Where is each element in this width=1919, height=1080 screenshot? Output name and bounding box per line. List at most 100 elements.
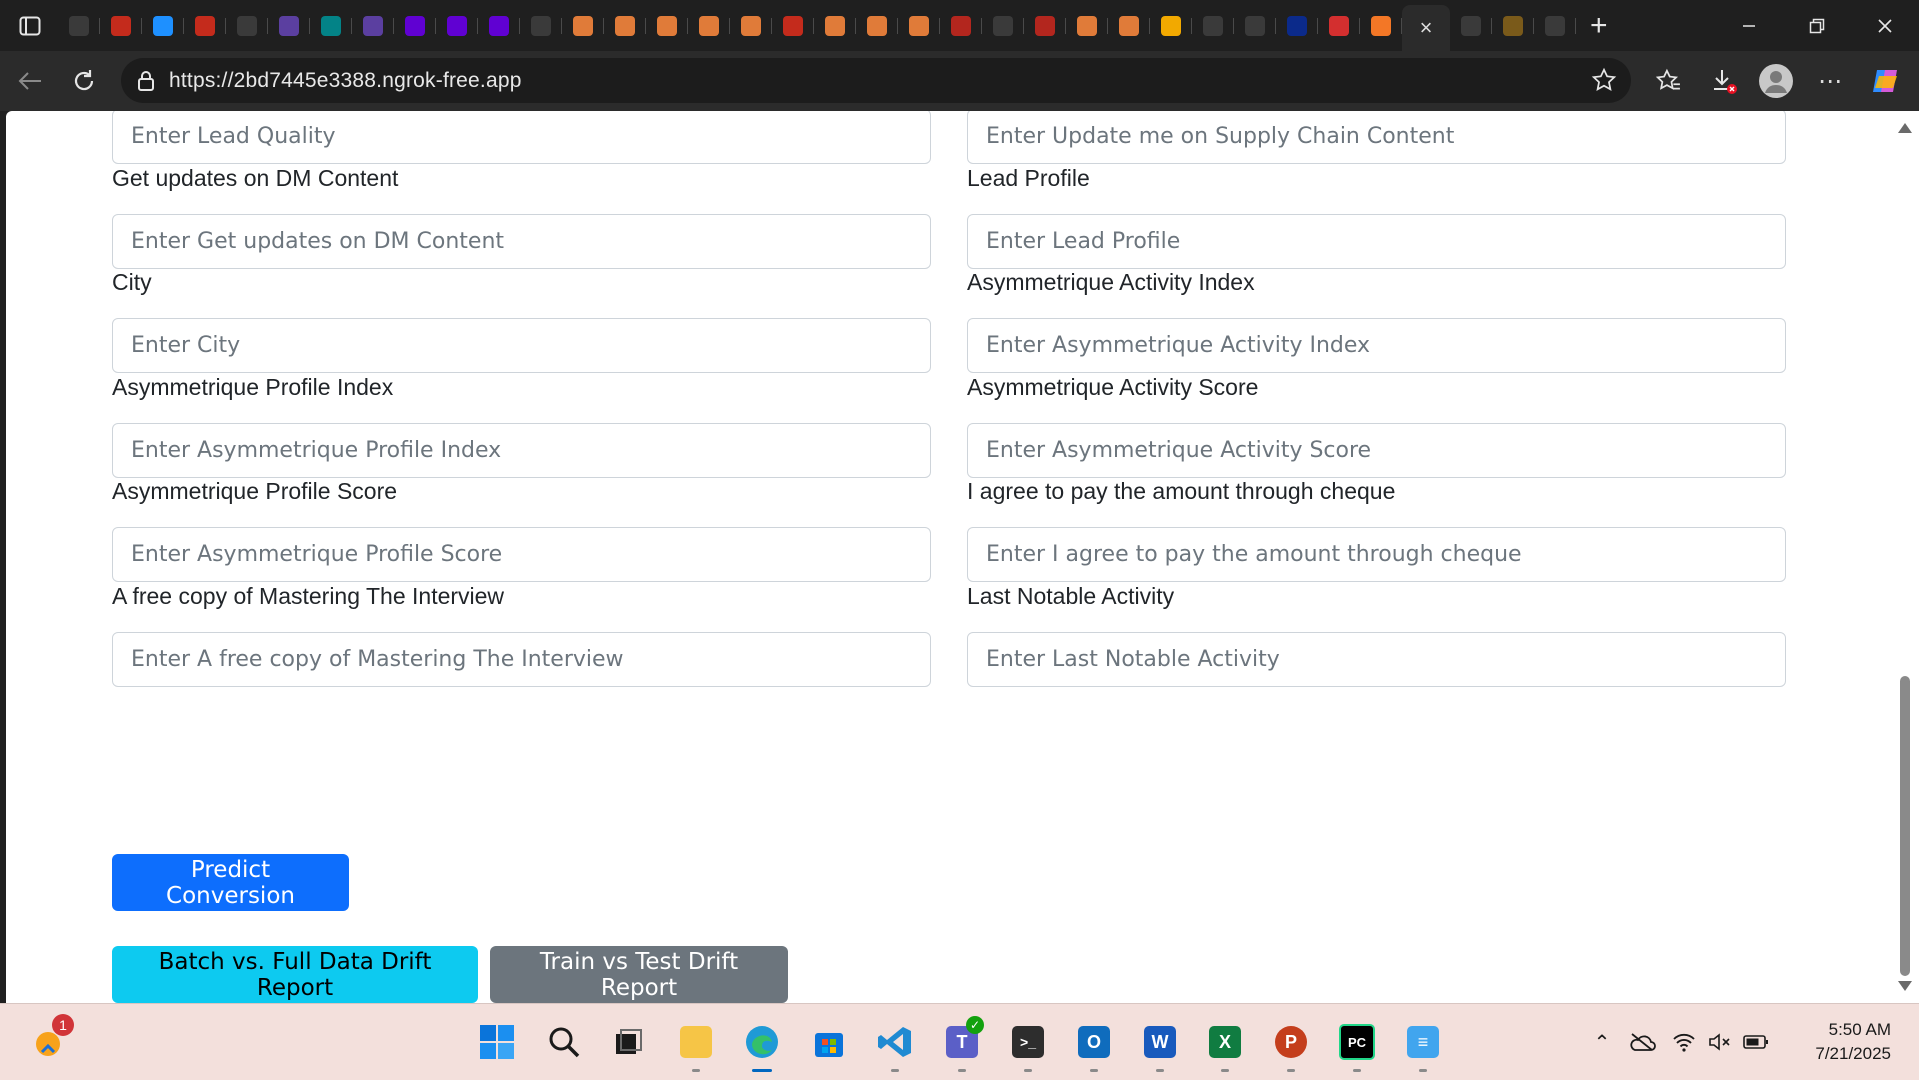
word-app[interactable]: W — [1136, 1018, 1184, 1072]
close-window-button[interactable] — [1851, 0, 1919, 51]
tab-18[interactable] — [814, 6, 856, 46]
predict-conversion-button[interactable]: Predict Conversion — [112, 854, 349, 911]
tab-3[interactable] — [184, 6, 226, 46]
field-input[interactable] — [112, 318, 931, 373]
tab-11[interactable] — [520, 6, 562, 46]
field-input[interactable] — [967, 422, 1786, 478]
tab-24[interactable] — [1066, 6, 1108, 46]
tab-12[interactable] — [562, 6, 604, 46]
tab-26[interactable] — [1150, 6, 1192, 46]
minimize-button[interactable] — [1715, 0, 1783, 51]
field-input[interactable] — [112, 422, 931, 478]
field-input[interactable] — [967, 631, 1786, 687]
tab-17[interactable] — [772, 6, 814, 46]
tab-21[interactable] — [940, 6, 982, 46]
terminal-app[interactable]: >_ — [1004, 1018, 1052, 1072]
tab-6[interactable] — [310, 6, 352, 46]
field-input[interactable] — [112, 213, 931, 269]
system-clock[interactable]: 5:50 AM 7/21/2025 — [1815, 1018, 1891, 1066]
tab-extra-0[interactable] — [1450, 6, 1492, 46]
tab-30[interactable] — [1318, 6, 1360, 46]
tab-4[interactable] — [226, 6, 268, 46]
tab-2[interactable] — [142, 6, 184, 46]
batch-drift-report-button[interactable]: Batch vs. Full Data Drift Report — [112, 946, 478, 1003]
scroll-up-arrow-icon[interactable] — [1898, 123, 1912, 133]
scroll-down-arrow-icon[interactable] — [1898, 981, 1912, 991]
form-field: A free copy of Mastering The Interview — [112, 581, 931, 687]
tab-23[interactable] — [1024, 6, 1066, 46]
tab-25[interactable] — [1108, 6, 1150, 46]
page-scrollbar[interactable] — [1893, 111, 1919, 1003]
start-button[interactable] — [473, 1018, 521, 1066]
lock-icon[interactable] — [133, 68, 159, 94]
field-input[interactable] — [967, 527, 1786, 582]
tab-8[interactable] — [394, 6, 436, 46]
tab-actions-menu-button[interactable] — [8, 6, 52, 46]
tab-31[interactable] — [1360, 6, 1402, 46]
restore-button[interactable] — [1783, 0, 1851, 51]
show-hidden-icons-chevron-icon[interactable]: ⌃ — [1586, 1030, 1618, 1055]
train-test-drift-report-button[interactable]: Train vs Test Drift Report — [490, 946, 788, 1003]
tab-extra-2[interactable] — [1534, 6, 1576, 46]
favorites-button[interactable] — [1648, 61, 1688, 101]
address-bar[interactable]: https://2bd7445e3388.ngrok-free.app — [121, 58, 1631, 103]
back-button[interactable] — [10, 61, 50, 101]
close-tab-icon[interactable]: × — [1420, 17, 1433, 39]
scrollbar-thumb[interactable] — [1900, 676, 1910, 976]
outlook-app[interactable]: O — [1070, 1018, 1118, 1072]
tab-7[interactable] — [352, 6, 394, 46]
tab-19[interactable] — [856, 6, 898, 46]
field-input[interactable] — [112, 631, 931, 687]
url-text[interactable]: https://2bd7445e3388.ngrok-free.app — [169, 69, 522, 93]
form-field — [967, 111, 1786, 164]
battery-icon[interactable] — [1738, 1034, 1774, 1050]
excel-app[interactable]: X — [1201, 1018, 1249, 1072]
tab-1[interactable] — [100, 6, 142, 46]
tab-20[interactable] — [898, 6, 940, 46]
field-input[interactable] — [967, 213, 1786, 269]
teams-app[interactable]: T ✓ — [938, 1016, 986, 1072]
tab-5[interactable] — [268, 6, 310, 46]
file-explorer-app[interactable] — [672, 1018, 720, 1072]
tab-0[interactable] — [58, 6, 100, 46]
onedrive-icon[interactable] — [1618, 1032, 1666, 1052]
vscode-app[interactable] — [871, 1018, 919, 1072]
profile-avatar[interactable] — [1756, 61, 1796, 101]
close-icon — [1878, 18, 1892, 33]
tab-28[interactable] — [1234, 6, 1276, 46]
tab-10[interactable] — [478, 6, 520, 46]
microsoft-store-app[interactable] — [805, 1018, 853, 1066]
powerpoint-app[interactable]: P — [1267, 1018, 1315, 1072]
tab-9[interactable] — [436, 6, 478, 46]
notepad-app[interactable]: ≡ — [1399, 1018, 1447, 1072]
tab-15[interactable] — [688, 6, 730, 46]
tab-27[interactable] — [1192, 6, 1234, 46]
task-view-button[interactable] — [604, 1018, 652, 1066]
new-tab-button[interactable]: + — [1590, 9, 1608, 43]
field-label: Asymmetrique Activity Index — [967, 269, 1255, 295]
tab-29[interactable] — [1276, 6, 1318, 46]
field-label: Get updates on DM Content — [112, 164, 399, 191]
field-input[interactable] — [967, 318, 1786, 373]
tab-active[interactable]: × — [1402, 5, 1450, 51]
tab-16[interactable] — [730, 6, 772, 46]
edge-browser-app[interactable] — [738, 1018, 786, 1072]
downloads-button[interactable] — [1704, 61, 1744, 101]
favorite-star-icon[interactable] — [1591, 67, 1617, 98]
wifi-icon[interactable] — [1666, 1032, 1702, 1052]
field-input[interactable] — [112, 527, 931, 582]
field-input[interactable] — [112, 111, 931, 164]
volume-muted-icon[interactable] — [1702, 1032, 1738, 1052]
tab-extra-1[interactable] — [1492, 6, 1534, 46]
tab-14[interactable] — [646, 6, 688, 46]
tab-list — [58, 0, 1402, 51]
widgets-button[interactable]: 1 — [24, 1014, 74, 1066]
refresh-button[interactable] — [64, 61, 104, 101]
tab-13[interactable] — [604, 6, 646, 46]
tab-22[interactable] — [982, 6, 1024, 46]
more-menu-button[interactable]: ⋯ — [1810, 61, 1850, 101]
field-input[interactable] — [967, 111, 1786, 164]
search-button[interactable] — [540, 1018, 588, 1066]
copilot-button[interactable] — [1866, 61, 1906, 101]
pycharm-app[interactable]: PC — [1333, 1018, 1381, 1072]
